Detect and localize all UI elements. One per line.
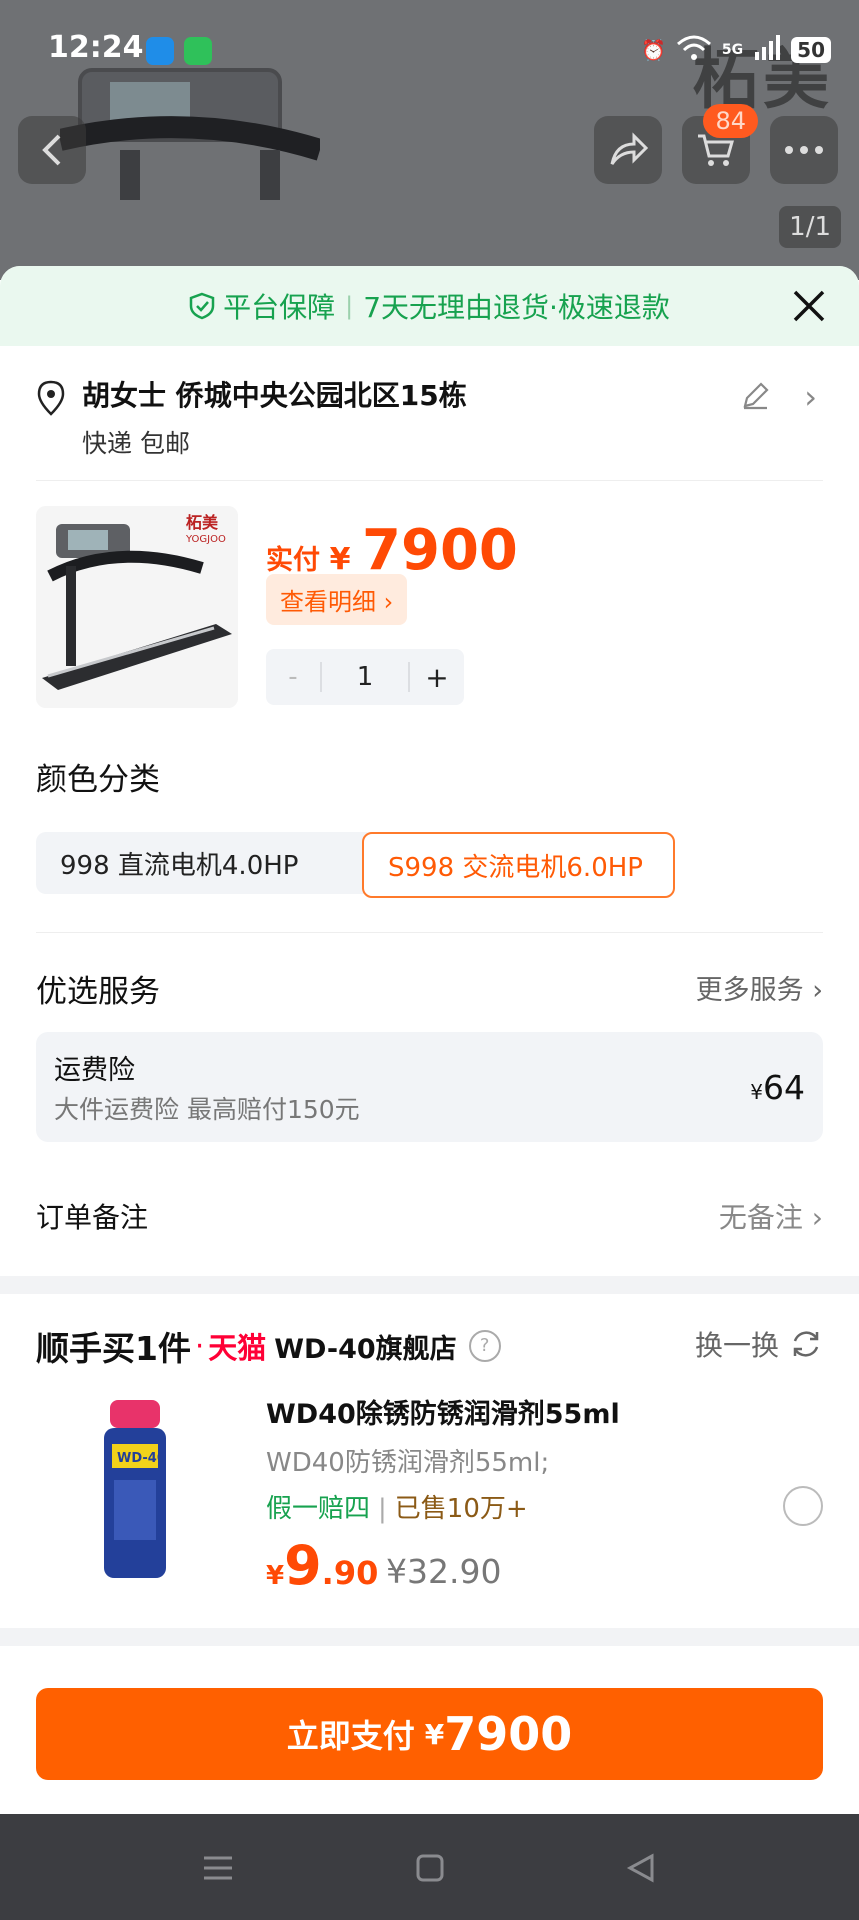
more-dots-icon	[785, 146, 823, 154]
chevron-left-icon	[42, 134, 61, 166]
shipping-method: 快递 包邮	[82, 429, 190, 458]
treadmill-thumbnail-image: 柘美 YOGJOO	[36, 506, 238, 708]
more-services-link[interactable]: 更多服务 ›	[696, 968, 823, 1007]
service-description: 大件运费险 最高赔付150元	[54, 1095, 360, 1124]
cart-button[interactable]: 84	[682, 104, 758, 184]
pay-currency: ¥	[424, 1717, 445, 1751]
addon-price-int: 9	[284, 1534, 322, 1597]
services-section-title: 优选服务	[36, 974, 160, 1010]
guarantee-detail: 7天无理由退货·极速退款	[363, 291, 670, 324]
refresh-icon	[793, 1331, 819, 1357]
addon-dot: ·	[194, 1329, 205, 1363]
view-details-button[interactable]: 查看明细 ›	[266, 574, 408, 625]
shipping-address[interactable]: 胡女士 侨城中央公园北区15栋 快递 包邮 ›	[36, 374, 823, 494]
addon-store-name[interactable]: WD-40旗舰店	[274, 1327, 456, 1366]
addon-product-title[interactable]: WD40除锈防锈润滑剂55ml	[266, 1392, 620, 1431]
addon-product-tags: 假一赔四 | 已售10万+	[266, 1488, 528, 1525]
addon-header: 顺手买1件 · 天猫 WD-40旗舰店 ?	[36, 1322, 501, 1370]
divider	[36, 480, 823, 481]
edit-pencil-icon[interactable]	[739, 380, 771, 412]
close-icon[interactable]	[787, 284, 831, 328]
product-thumbnail[interactable]: 柘美 YOGJOO	[36, 506, 238, 708]
addon-price-currency: ¥	[266, 1561, 285, 1591]
addon-product-subtitle: WD40防锈润滑剂55ml;	[266, 1448, 550, 1478]
pay-now-button[interactable]: 立即支付 ¥ 7900	[36, 1688, 823, 1780]
status-bar: 12:24 ⏰ 5G 50	[0, 0, 859, 100]
order-note-label: 订单备注	[36, 1201, 149, 1234]
svg-text:YOGJOO: YOGJOO	[185, 534, 226, 545]
tmall-logo: 天猫	[208, 1331, 267, 1365]
addon-product-price: ¥9.90	[266, 1534, 378, 1597]
location-pin-icon	[37, 380, 65, 416]
recipient-address: 胡女士 侨城中央公园北区15栋	[82, 379, 467, 412]
variant-option-ac-motor-selected[interactable]: S998 交流电机6.0HP	[362, 832, 675, 898]
sold-count-tag: 已售10万+	[394, 1494, 528, 1524]
system-navigation-bar	[0, 1814, 859, 1920]
service-name: 运费险	[54, 1055, 135, 1086]
menu-icon[interactable]	[198, 1848, 238, 1888]
guarantee-separator: |	[345, 292, 354, 320]
chevron-right-icon: ›	[804, 378, 817, 416]
back-triangle-icon[interactable]	[622, 1848, 662, 1888]
quantity-stepper: - 1 +	[266, 649, 464, 705]
share-button[interactable]	[594, 116, 662, 184]
back-button[interactable]	[18, 116, 86, 184]
status-time: 12:24	[48, 30, 144, 65]
divider	[36, 932, 823, 933]
guarantee-tag: 假一赔四	[266, 1494, 371, 1524]
svg-text:WD-40: WD-40	[117, 1451, 166, 1466]
checkout-sheet: 平台保障 | 7天无理由退货·极速退款 胡女士 侨城中央公园北区15栋 快递 包…	[0, 266, 859, 1814]
freight-insurance-service[interactable]: 运费险 大件运费险 最高赔付150元 ¥64	[36, 1032, 823, 1142]
swap-button[interactable]: 换一换	[695, 1324, 823, 1364]
status-icons: ⏰ 5G 50	[641, 30, 831, 70]
image-pager: 1/1	[779, 206, 841, 248]
app-notification-icon	[146, 37, 174, 65]
pay-amount: 7900	[444, 1707, 573, 1761]
battery-icon: 50	[791, 37, 831, 63]
network-type: 5G	[721, 42, 744, 58]
addon-price-dec: .90	[321, 1554, 379, 1592]
quantity-increase-button[interactable]: +	[410, 661, 464, 694]
swap-label: 换一换	[694, 1329, 779, 1362]
cart-count-badge: 84	[703, 104, 758, 138]
addon-original-price: ¥32.90	[386, 1552, 502, 1591]
guarantee-label: 平台保障	[223, 291, 336, 324]
service-price-value: 64	[763, 1068, 805, 1107]
service-price: ¥64	[750, 1068, 805, 1107]
price-prefix: 实付	[266, 545, 320, 576]
variant-section-title: 颜色分类	[36, 762, 160, 798]
product-image-backdrop: 柘美 12:24 ⏰ 5G 50 84 1/1	[0, 0, 859, 280]
help-icon[interactable]: ?	[468, 1330, 501, 1362]
addon-title: 顺手买1件	[36, 1329, 191, 1368]
service-price-currency: ¥	[750, 1080, 763, 1104]
home-square-icon[interactable]	[410, 1848, 450, 1888]
alarm-icon: ⏰	[641, 38, 666, 62]
price-currency: ¥	[329, 542, 351, 577]
wd40-product-image[interactable]: WD-40	[46, 1392, 236, 1582]
order-note-value[interactable]: 无备注 ›	[719, 1196, 823, 1236]
pay-label: 立即支付	[286, 1717, 415, 1755]
svg-text:柘美: 柘美	[186, 513, 219, 532]
platform-guarantee-banner[interactable]: 平台保障 | 7天无理由退货·极速退款	[0, 266, 859, 346]
signal-icon	[753, 34, 781, 67]
share-icon	[610, 132, 648, 165]
tag-separator: |	[378, 1494, 387, 1524]
message-notification-icon	[184, 37, 212, 65]
shield-check-icon	[189, 292, 215, 320]
more-button[interactable]	[770, 116, 838, 184]
quantity-value[interactable]: 1	[320, 662, 410, 692]
quantity-decrease-button[interactable]: -	[266, 662, 320, 692]
section-gap	[0, 1628, 859, 1646]
variant-option-dc-motor[interactable]: 998 直流电机4.0HP	[36, 832, 377, 894]
addon-select-radio[interactable]	[783, 1486, 823, 1526]
section-gap	[0, 1276, 859, 1294]
wifi-icon	[676, 34, 712, 67]
